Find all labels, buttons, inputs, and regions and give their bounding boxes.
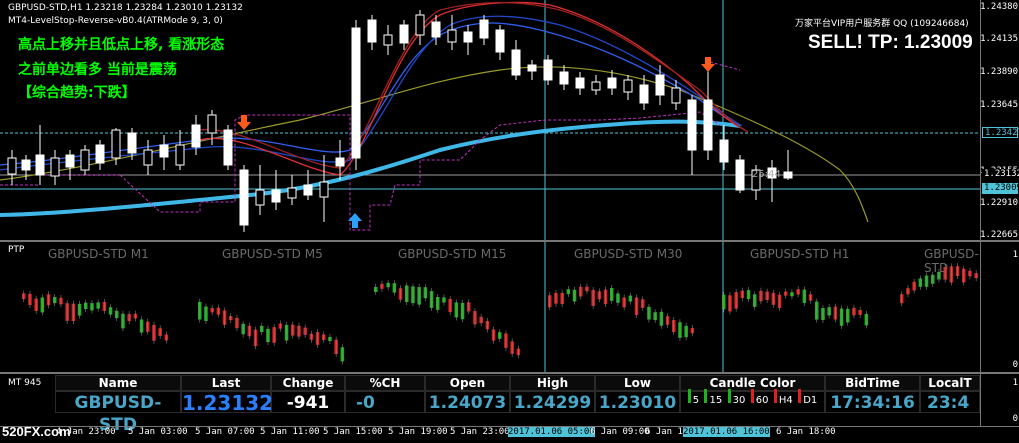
price-tag-upper: 1.23427 <box>982 127 1019 138</box>
col-name: Name <box>55 375 181 391</box>
tf-60: 60 <box>750 389 769 412</box>
tf-h4: H4 <box>773 389 793 412</box>
watermark: 520FX.com <box>2 424 71 439</box>
price-axis: 1.24380 1.24135 1.23890 1.23645 1.23155 … <box>980 0 1018 240</box>
tf-30: 30 <box>727 389 745 412</box>
chart-header: GBPUSD-STD,H1 1.23218 1.23284 1.23010 1.… <box>8 3 243 13</box>
cell-high: 1.24299 <box>510 391 595 413</box>
note-line-1: 高点上移并且低点上移, 看涨形态 <box>18 37 225 53</box>
tf-15: 15 <box>704 389 722 412</box>
note-line-2: 之前单边看多 当前是震荡 <box>18 62 177 78</box>
price-tag-tp: 1.23009 <box>982 183 1019 194</box>
cell-change: -941 <box>271 391 345 413</box>
col-bidtime: BidTime <box>825 375 920 391</box>
cell-bidtime: 17:34:16 <box>825 391 920 413</box>
col-localtime: LocalT <box>920 375 980 391</box>
ptp-pane[interactable]: PTP GBPUSD-STD M1 GBPUSD-STD M5 GBPUSD-S… <box>0 242 980 372</box>
cell-last: 1.23132 <box>181 391 274 415</box>
col-change: Change <box>271 375 345 391</box>
cell-candle-colors: 5 15 30 60 H4 D1 <box>680 389 825 413</box>
tf-5: 5 <box>687 389 699 412</box>
col-pct: %CH <box>345 375 425 391</box>
price-tag-bid: 1.23132 <box>982 169 1019 180</box>
bar-timer: 25:44 <box>752 169 781 180</box>
col-open: Open <box>425 375 510 391</box>
col-high: High <box>510 375 595 391</box>
signal-label: SELL! TP: 1.23009 <box>808 32 973 53</box>
cell-localtime: 23:4 <box>920 391 980 413</box>
col-low: Low <box>595 375 680 391</box>
indicator-label: MT4-LevelStop-Reverse-vB0.4(ATRMode 9, 3… <box>8 16 223 26</box>
ptp-axis: 1 0 <box>980 242 1019 372</box>
note-line-3: 【综合趋势:下跌】 <box>18 85 136 101</box>
platform-info: 万家平台VIP用户服务群 QQ (109246684) <box>795 19 969 29</box>
cell-name: GBPUSD-STD <box>55 391 181 435</box>
main-chart-pane[interactable]: GBPUSD-STD,H1 1.23218 1.23284 1.23010 1.… <box>0 0 980 240</box>
cell-pct: -0 <box>345 391 425 413</box>
ptp-minicharts <box>22 242 978 372</box>
tf-d1: D1 <box>798 389 817 412</box>
cell-open: 1.24073 <box>425 391 510 413</box>
quote-pane-label: MT 945 <box>8 378 42 388</box>
quote-axis: 1 0 <box>980 374 1019 426</box>
cell-low: 1.23010 <box>595 391 680 413</box>
col-last: Last <box>181 375 271 391</box>
